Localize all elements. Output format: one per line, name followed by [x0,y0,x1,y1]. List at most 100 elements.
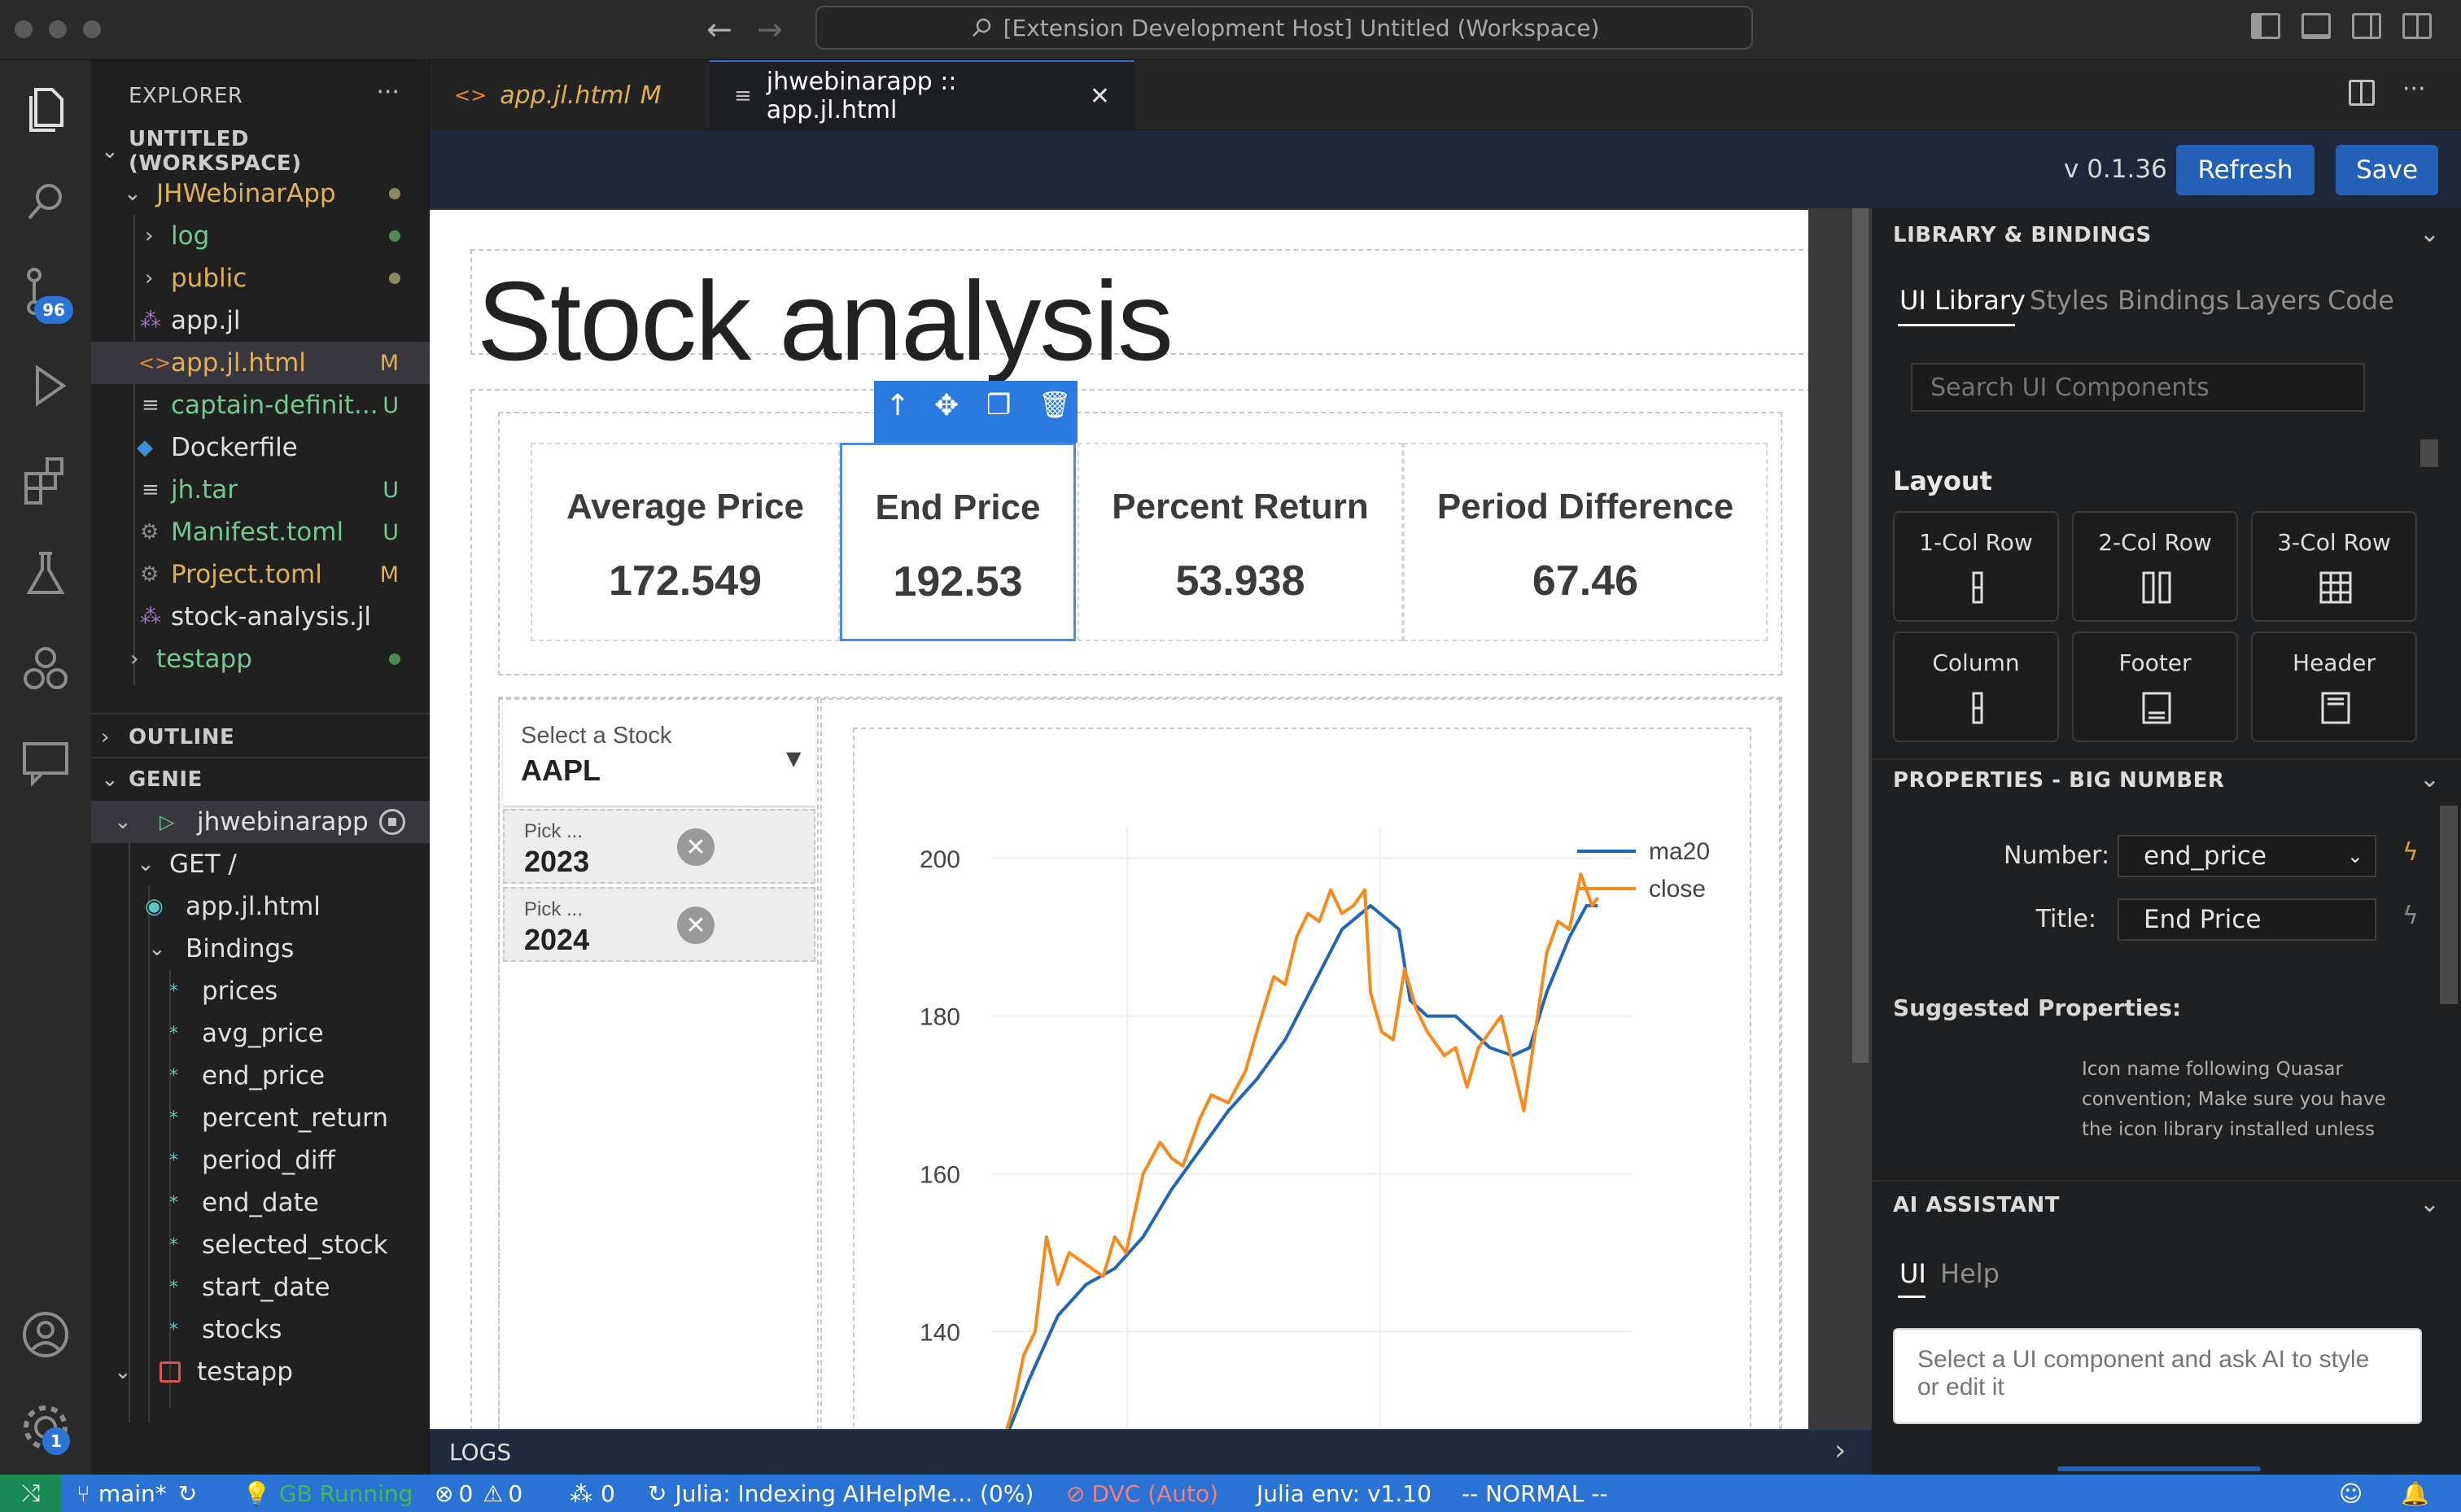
big-number-period-difference[interactable]: Period Difference 67.46 [1403,443,1768,641]
tab-layers[interactable]: Layers [2235,285,2321,316]
layout-footer[interactable]: Footer [2072,631,2238,742]
tree-item-log[interactable]: › log [91,215,430,257]
genie-app-jhwebinarapp[interactable]: ⌄ ▷ jhwebinarapp [91,801,430,843]
folder-jhwebinarapp[interactable]: ⌄ JHWebinarApp [91,173,430,215]
tree-item-dockerfile[interactable]: ◆ Dockerfile [91,426,430,469]
number-select[interactable]: end_price ⌄ [2118,835,2376,877]
route-file[interactable]: ◉ app.jl.html [91,885,430,928]
tab-code[interactable]: Code [2328,285,2394,316]
ai-prompt-textarea[interactable] [1893,1328,2422,1424]
customize-layout-icon[interactable] [2402,13,2432,39]
problems-indicator[interactable]: ⊗ 0 ⚠ 0 [435,1475,522,1512]
dvc-indicator[interactable]: ⊘ DVC (Auto) [1066,1475,1218,1512]
logs-panel-header[interactable]: LOGS › [430,1429,1872,1475]
toggle-secondary-sidebar-icon[interactable] [2352,13,2381,39]
bind-lightning-icon[interactable]: ϟ [2402,838,2419,867]
gb-running-indicator[interactable]: 💡 GB Running [243,1475,413,1512]
tab-styles[interactable]: Styles [2030,285,2109,316]
properties-scrollbar[interactable] [2440,806,2458,1004]
julia-dots-icon[interactable] [16,640,75,698]
big-number-percent-return[interactable]: Percent Return 53.938 [1078,443,1403,641]
tab-ui-library[interactable]: UI Library [1899,285,2026,316]
tree-item-captain-definition[interactable]: ≡ captain-definit... U [91,384,430,426]
outline-section[interactable]: › OUTLINE [91,716,430,758]
layout-header[interactable]: Header [2251,631,2417,742]
copilot-icon[interactable]: ☺ [2339,1475,2363,1512]
search-icon[interactable] [16,173,75,231]
end-date-picker[interactable]: Pick ... 2024 ✕ [503,887,815,962]
delete-icon[interactable]: 🗑 [1038,389,1072,420]
binding-item[interactable]: * selected_stock [91,1224,430,1266]
remote-indicator-icon[interactable]: ⤭ [0,1475,62,1512]
page-heading[interactable]: Stock analysis [477,260,1174,384]
tab-bindings[interactable]: Bindings [2118,285,2230,316]
binding-item[interactable]: * stocks [91,1309,430,1351]
layout-column[interactable]: Column [1893,631,2059,742]
command-center-search[interactable]: [Extension Development Host] Untitled (W… [815,6,1753,50]
tree-item-app-jl[interactable]: ⁂ app.jl [91,299,430,342]
big-number-end-price[interactable]: End Price 192.53 [840,443,1076,641]
big-number-average-price[interactable]: Average Price 172.549 [531,443,840,641]
close-window-button[interactable] [15,20,33,38]
ai-assistant-header[interactable]: AI ASSISTANT [1872,1178,2461,1232]
maximize-window-button[interactable] [83,20,101,38]
split-editor-icon[interactable] [2349,80,2375,106]
layout-3-col-row[interactable]: 3-Col Row [2251,511,2417,622]
tree-item-stock-analysis-jl[interactable]: ⁂ stock-analysis.jl [91,596,430,638]
chevron-down-icon[interactable]: ⌄ [2419,220,2440,248]
start-date-picker[interactable]: Pick ... 2023 ✕ [503,809,815,884]
account-icon[interactable] [16,1305,75,1364]
clear-date-icon[interactable]: ✕ [677,907,715,944]
properties-header[interactable]: PROPERTIES - BIG NUMBER [1872,754,2461,807]
remote-explorer-icon[interactable] [16,732,75,791]
julia-env-indicator[interactable]: Julia env: v1.10 [1257,1475,1432,1512]
binding-item[interactable]: * avg_price [91,1012,430,1055]
toggle-sidebar-icon[interactable] [2251,13,2280,39]
tab-app-jl-html[interactable]: <> app.jl.html M [430,60,706,130]
bindings-group[interactable]: ⌄ Bindings [91,928,430,970]
tree-item-manifest-toml[interactable]: ⚙ Manifest.toml U [91,511,430,553]
branch-indicator[interactable]: ⑂ main* ↻ [76,1475,197,1512]
chevron-down-icon[interactable]: ⌄ [2419,1190,2440,1218]
library-bindings-header[interactable]: LIBRARY & BINDINGS [1872,208,2461,262]
canvas-scrollbar[interactable] [1852,208,1869,1063]
move-up-icon[interactable]: ↑ [885,389,910,422]
explorer-files-icon[interactable] [16,78,75,137]
minimize-window-button[interactable] [49,20,67,38]
layout-2-col-row[interactable]: 2-Col Row [2072,511,2238,622]
toggle-panel-icon[interactable] [2301,13,2331,39]
chevron-right-icon[interactable]: › [1834,1434,1846,1467]
tab-ai-help[interactable]: Help [1940,1258,2000,1289]
drag-move-icon[interactable]: ✥ [934,389,959,422]
extensions-icon[interactable] [16,451,75,509]
library-scrollbar[interactable] [2420,439,2438,467]
ports-indicator[interactable]: ⁂ 0 [570,1475,615,1512]
tab-jhwebinarapp[interactable]: ≡ jhwebinarapp :: app.jl.html ✕ [710,60,1134,130]
tree-item-testapp[interactable]: › testapp [91,638,430,680]
genie-app-testapp[interactable]: ⌄ testapp [91,1351,430,1393]
binding-item[interactable]: * end_price [91,1055,430,1097]
close-tab-icon[interactable]: ✕ [1090,82,1110,111]
route-get-root[interactable]: ⌄ GET / [91,843,430,885]
julia-indexing-indicator[interactable]: ↻ Julia: Indexing AIHelpMe... (0%) [648,1475,1034,1512]
workspace-section[interactable]: ⌄ UNTITLED (WORKSPACE) [91,127,430,176]
tree-item-jh-tar[interactable]: ≡ jh.tar U [91,469,430,511]
binding-item[interactable]: * period_diff [91,1139,430,1182]
bind-lightning-icon[interactable]: ϟ [2402,902,2419,930]
notifications-bell-icon[interactable]: 🔔 [2401,1475,2429,1512]
title-input[interactable]: End Price [2118,898,2376,941]
search-components-input[interactable] [1911,363,2365,412]
binding-item[interactable]: * percent_return [91,1097,430,1139]
binding-item[interactable]: * prices [91,970,430,1012]
controls-column[interactable] [498,698,819,1431]
tree-item-public[interactable]: › public [91,257,430,299]
stock-line-chart[interactable]: 140 160 180 200 ma20 close [855,729,1750,1431]
more-actions-icon[interactable]: ··· [2402,75,2426,103]
genie-section[interactable]: ⌄ GENIE [91,758,430,801]
tree-item-app-jl-html[interactable]: <> app.jl.html M [91,342,430,384]
stop-server-icon[interactable] [379,809,405,835]
layout-1-col-row[interactable]: 1-Col Row [1893,511,2059,622]
testing-flask-icon[interactable] [16,545,75,604]
chevron-down-icon[interactable]: ⌄ [2419,765,2440,793]
binding-item[interactable]: * end_date [91,1182,430,1224]
